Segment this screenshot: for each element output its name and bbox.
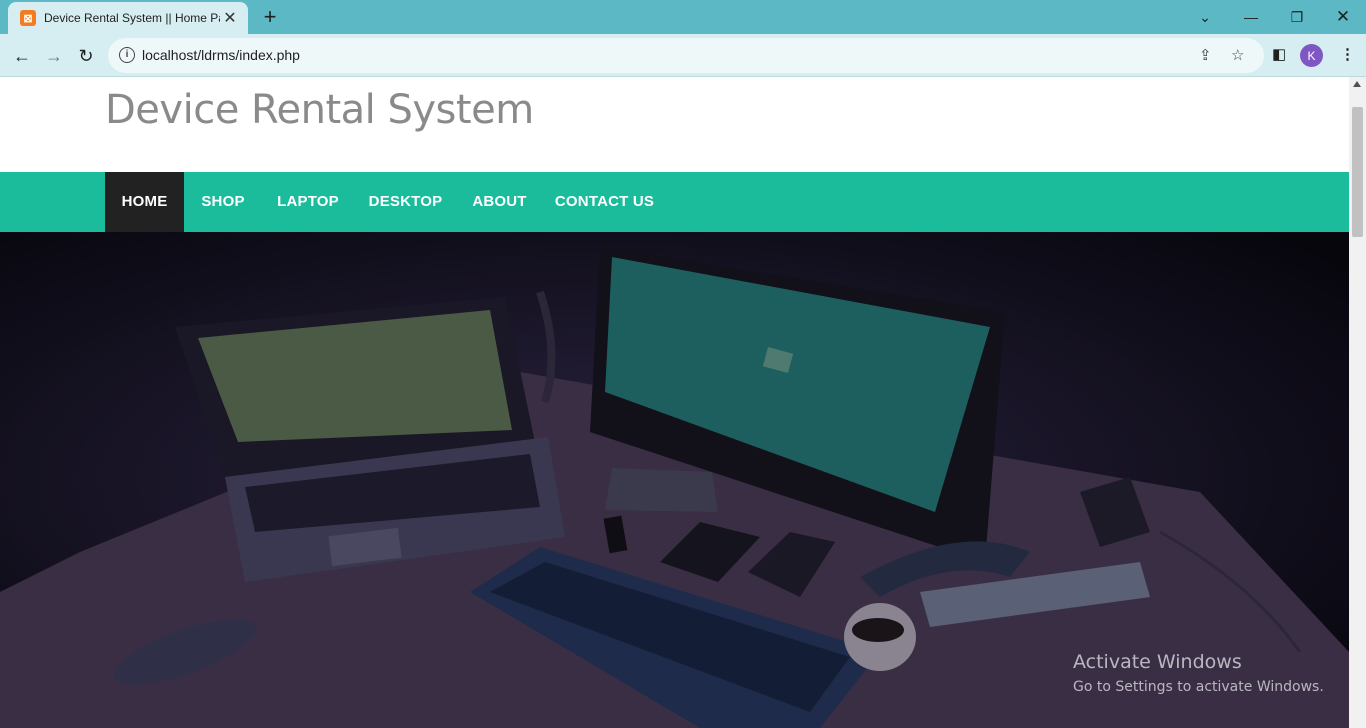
page-viewport: Device Rental System HOME SHOP LAPTOP DE…	[0, 77, 1349, 728]
scroll-thumb[interactable]	[1352, 107, 1363, 237]
site-title[interactable]: Device Rental System	[105, 87, 534, 133]
windows-activation-watermark: Activate Windows Go to Settings to activ…	[1073, 651, 1324, 695]
tab-search-icon[interactable]: ⌄	[1182, 0, 1228, 34]
restore-icon[interactable]: ❐	[1274, 0, 1320, 34]
menu-kebab-icon[interactable]: ⋮	[1340, 45, 1355, 63]
reload-icon[interactable]: ↻	[72, 42, 100, 70]
share-icon[interactable]: ⇪	[1199, 46, 1212, 64]
side-panel-icon[interactable]: ◧	[1272, 45, 1286, 63]
nav-shop[interactable]: SHOP	[184, 172, 262, 232]
tab-title: Device Rental System || Home Page	[44, 11, 220, 25]
browser-toolbar: ← → ↻ i localhost/ldrms/index.php ⇪ ☆ ◧ …	[0, 34, 1366, 77]
url-text: localhost/ldrms/index.php	[142, 47, 300, 63]
nav-laptop[interactable]: LAPTOP	[262, 172, 354, 232]
scroll-up-arrow-icon[interactable]	[1353, 81, 1361, 87]
browser-tab-bar: ⊠ Device Rental System || Home Page ✕ + …	[0, 0, 1366, 34]
browser-tab[interactable]: ⊠ Device Rental System || Home Page ✕	[8, 2, 248, 34]
watermark-subtitle: Go to Settings to activate Windows.	[1073, 679, 1324, 695]
nav-home[interactable]: HOME	[105, 172, 184, 232]
close-tab-icon[interactable]: ✕	[222, 8, 238, 28]
site-info-icon[interactable]: i	[119, 47, 135, 63]
close-window-icon[interactable]: ✕	[1320, 0, 1366, 34]
main-nav: HOME SHOP LAPTOP DESKTOP ABOUT CONTACT U…	[0, 172, 1349, 232]
profile-avatar[interactable]: K	[1300, 44, 1323, 67]
watermark-title: Activate Windows	[1073, 651, 1242, 673]
new-tab-icon[interactable]: +	[258, 5, 282, 29]
back-icon[interactable]: ←	[8, 42, 36, 70]
page-scrollbar[interactable]	[1349, 77, 1366, 728]
forward-icon[interactable]: →	[40, 42, 68, 70]
minimize-icon[interactable]: —	[1228, 0, 1274, 34]
nav-desktop[interactable]: DESKTOP	[354, 172, 457, 232]
nav-contact-us[interactable]: CONTACT US	[542, 172, 667, 232]
calculator	[605, 468, 718, 512]
coffee	[852, 618, 904, 642]
nav-about[interactable]: ABOUT	[457, 172, 542, 232]
address-bar[interactable]: i localhost/ldrms/index.php ⇪ ☆	[108, 38, 1264, 73]
bookmark-star-icon[interactable]: ☆	[1231, 46, 1244, 64]
xampp-favicon-icon: ⊠	[20, 10, 36, 26]
